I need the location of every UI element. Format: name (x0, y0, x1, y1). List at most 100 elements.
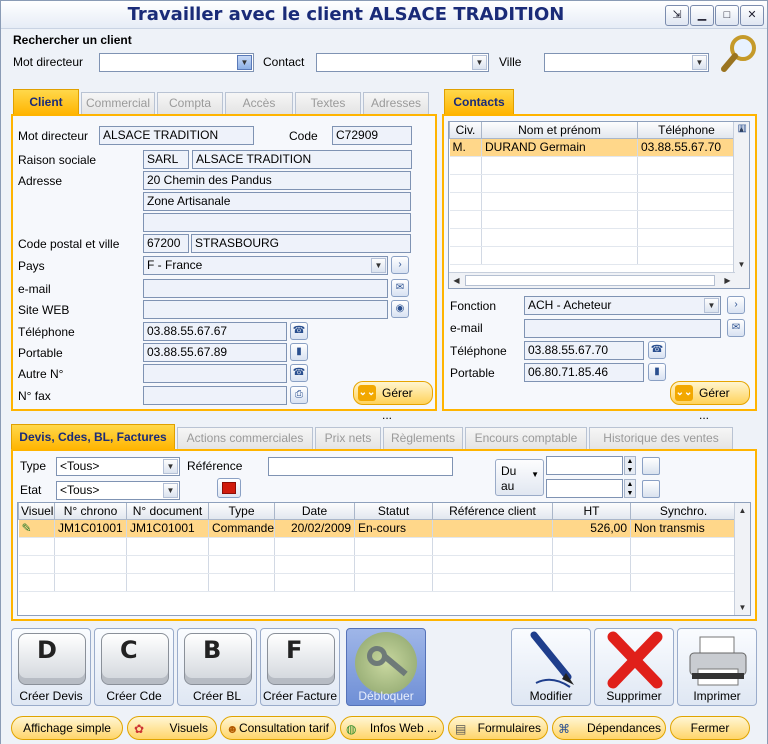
tab-contacts[interactable]: Contacts (444, 89, 514, 115)
column-header-statut[interactable]: Statut (354, 503, 433, 520)
scroll-up-icon[interactable]: ▲ (735, 503, 750, 518)
scroll-left-icon[interactable]: ◀ (449, 273, 464, 288)
restore-size-icon[interactable]: ⇲ (665, 5, 689, 26)
mobile-phone-icon[interactable]: ▮ (290, 343, 308, 361)
chevron-down-icon[interactable]: ▼ (692, 55, 707, 70)
chevron-right-icon[interactable]: › (727, 296, 745, 314)
contact-portable-field[interactable]: 06.80.71.85.46 (524, 363, 644, 382)
infos-web-button[interactable]: ◍ Infos Web ... (340, 716, 444, 740)
send-email-icon[interactable]: ✉ (727, 319, 745, 337)
column-header-reference-client[interactable]: Référence client (432, 503, 553, 520)
documents-vertical-scrollbar[interactable]: ▲ ▼ (734, 503, 750, 615)
table-row[interactable] (449, 174, 736, 193)
consultation-tarif-button[interactable]: ☻ Consultation tarif (220, 716, 336, 740)
reference-field[interactable] (268, 457, 453, 476)
table-row[interactable] (449, 192, 736, 211)
visuels-button[interactable]: ✿ Visuels (127, 716, 217, 740)
date-du-field[interactable] (546, 456, 623, 475)
magnifier-search-icon[interactable] (719, 33, 759, 75)
tab-reglements[interactable]: Règlements (383, 427, 463, 449)
search-contact-combo[interactable]: ▼ (316, 53, 489, 72)
ville-field[interactable]: STRASBOURG (191, 234, 411, 253)
creer-facture-button[interactable]: F Créer Facture (260, 628, 340, 706)
maximize-button[interactable]: □ (715, 5, 739, 26)
state-color-button[interactable] (217, 478, 241, 498)
phone-icon[interactable]: ☎ (290, 322, 308, 340)
column-header-date[interactable]: Date (274, 503, 355, 520)
column-header-type[interactable]: Type (208, 503, 275, 520)
column-header-civ[interactable]: Civ. (449, 122, 482, 139)
client-code-field[interactable]: C72909 (332, 126, 412, 145)
chevron-right-icon[interactable]: › (391, 256, 409, 274)
modifier-button[interactable]: Modifier (511, 628, 591, 706)
trash-icon[interactable]: ▥ (738, 123, 747, 134)
tab-compta[interactable]: Compta (157, 92, 223, 114)
client-gerer-button[interactable]: ⌄⌄ Gérer ... (353, 381, 433, 422)
scroll-thumb[interactable] (465, 275, 715, 286)
close-button[interactable]: ✕ (740, 5, 764, 26)
contact-telephone-field[interactable]: 03.88.55.67.70 (524, 341, 644, 360)
column-header-ht[interactable]: HT (552, 503, 631, 520)
creer-devis-button[interactable]: D Créer Devis (11, 628, 91, 706)
tab-adresses[interactable]: Adresses (363, 92, 429, 114)
column-header-visuel[interactable]: Visuel (18, 503, 55, 520)
forme-juridique-field[interactable]: SARL (143, 150, 189, 169)
type-combo[interactable]: <Tous> ▼ (56, 457, 180, 476)
adresse-line3-field[interactable] (143, 213, 411, 232)
calendar-icon[interactable] (642, 480, 660, 498)
etat-combo[interactable]: <Tous> ▼ (56, 481, 180, 500)
table-row[interactable] (449, 156, 736, 175)
table-row[interactable] (18, 573, 737, 592)
search-ville-combo[interactable]: ▼ (544, 53, 709, 72)
tab-historique-ventes[interactable]: Historique des ventes (589, 427, 733, 449)
date-au-spinner[interactable]: ▲ ▼ (624, 479, 636, 498)
calendar-icon[interactable] (642, 457, 660, 475)
telephone-field[interactable]: 03.88.55.67.67 (143, 322, 287, 341)
column-header-document[interactable]: N° document (126, 503, 209, 520)
chevron-down-icon[interactable]: ▼ (237, 55, 252, 70)
formulaires-button[interactable]: ▤ Formulaires (448, 716, 548, 740)
column-header-synchro[interactable]: Synchro. (630, 503, 737, 520)
tab-prix-nets[interactable]: Prix nets (315, 427, 381, 449)
column-header-telephone[interactable]: Téléphone (637, 122, 736, 139)
site-web-field[interactable] (143, 300, 388, 319)
date-mode-dropdown[interactable]: Du au ▼ (495, 459, 544, 496)
open-web-icon[interactable]: ◉ (391, 300, 409, 318)
portable-field[interactable]: 03.88.55.67.89 (143, 343, 287, 362)
scroll-right-icon[interactable]: ▶ (720, 273, 735, 288)
raison-sociale-field[interactable]: ALSACE TRADITION (192, 150, 412, 169)
adresse-line1-field[interactable]: 20 Chemin des Pandus (143, 171, 411, 190)
table-row[interactable] (449, 246, 736, 265)
contacts-vertical-scrollbar[interactable]: ▲ ▼ (733, 122, 749, 288)
contacts-gerer-button[interactable]: ⌄⌄ Gérer ... (670, 381, 750, 422)
fax-field[interactable] (143, 386, 287, 405)
email-field[interactable] (143, 279, 388, 298)
search-mot-directeur-combo[interactable]: ▼ (99, 53, 254, 72)
tab-client[interactable]: Client (13, 89, 79, 115)
phone-icon[interactable]: ☎ (648, 341, 666, 359)
creer-bl-button[interactable]: B Créer BL (177, 628, 257, 706)
creer-cde-button[interactable]: C Créer Cde (94, 628, 174, 706)
scroll-down-icon[interactable]: ▼ (734, 257, 749, 272)
tab-actions-commerciales[interactable]: Actions commerciales (177, 427, 313, 449)
tab-acces[interactable]: Accès (225, 92, 293, 114)
autre-numero-field[interactable] (143, 364, 287, 383)
chevron-down-icon[interactable]: ▼ (472, 55, 487, 70)
contacts-horizontal-scrollbar[interactable]: ◀ ▶ (449, 272, 735, 288)
chevron-down-icon[interactable]: ▼ (704, 298, 719, 313)
table-row[interactable] (18, 555, 737, 574)
tab-encours-comptable[interactable]: Encours comptable (465, 427, 587, 449)
table-row[interactable] (18, 537, 737, 556)
date-au-field[interactable] (546, 479, 623, 498)
imprimer-button[interactable]: Imprimer (677, 628, 757, 706)
send-email-icon[interactable]: ✉ (391, 279, 409, 297)
chevron-down-icon[interactable]: ▼ (371, 258, 386, 273)
supprimer-button[interactable]: Supprimer (594, 628, 674, 706)
mobile-phone-icon[interactable]: ▮ (648, 363, 666, 381)
debloquer-button[interactable]: Débloquer (346, 628, 426, 706)
table-row[interactable] (449, 228, 736, 247)
affichage-simple-button[interactable]: Affichage simple (11, 716, 123, 740)
chevron-down-icon[interactable]: ▼ (163, 459, 178, 474)
code-postal-field[interactable]: 67200 (143, 234, 189, 253)
chevron-down-icon[interactable]: ▼ (163, 483, 178, 498)
